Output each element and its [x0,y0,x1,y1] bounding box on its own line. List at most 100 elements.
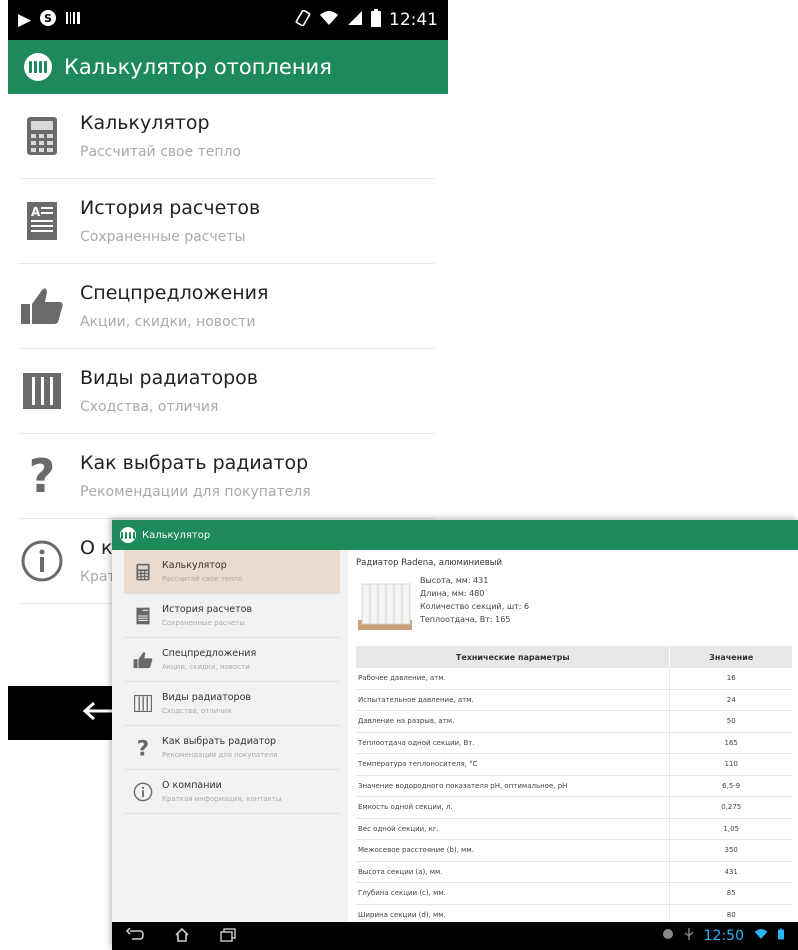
menu-item-subtitle: Крат [80,569,116,585]
phone-menu-item-offers[interactable]: Спецпредложения Акции, скидки, новости [18,264,434,349]
menu-item-title: Калькулятор [162,560,227,571]
value-cell: 431 [669,861,792,883]
recent-apps-icon[interactable] [220,927,236,946]
param-cell: Испытательное давление, атм. [356,689,670,711]
menu-item-subtitle: Сходства, отличия [162,707,232,715]
menu-item-title: О компании [162,780,222,791]
value-cell: 85 [669,882,792,905]
radiator-logo-icon [24,53,52,81]
product-summary: Высота, мм: 431 Длина, мм: 480 Количеств… [356,572,792,642]
spec-sections: Количество секций, шт: 6 [420,602,530,611]
battery-icon [371,8,381,32]
tablet-menu-item-radiators[interactable]: Виды радиаторов Сходства, отличия [124,682,340,726]
param-cell: Значение водородного показателя pH, опти… [356,775,670,797]
param-cell: Температура теплоносителя, °С [356,753,670,776]
value-cell: 24 [669,689,792,711]
tablet-screenshot: Калькулятор Калькулятор Рассчитай свое т… [112,520,798,950]
param-cell: Емкость одной секции, л. [356,796,670,819]
table-row: Емкость одной секции, л. 0,275 [356,796,792,819]
menu-item-subtitle: Рекомендации для покупателя [162,751,278,759]
wifi-icon [754,928,768,944]
play-icon: ▶ [18,10,32,30]
wifi-icon [319,10,339,31]
app-title: Калькулятор отопления [64,55,332,79]
table-row: Давление на разрыв, атм. 50 [356,710,792,733]
phone-menu-item-calculator[interactable]: Калькулятор Рассчитай свое тепло [18,94,434,179]
radiator-logo-icon [120,527,136,543]
radiator-icon [18,367,66,415]
phone-app-bar: Калькулятор отопления [8,40,448,94]
product-title: Радиатор Radena, алюминиевый [356,558,503,568]
info-icon [18,537,66,585]
menu-item-subtitle: Сохраненные расчеты [80,229,246,245]
tablet-menu-item-how-to-choose[interactable]: ? Как выбрать радиатор Рекомендации для … [124,726,340,770]
battery-icon [778,928,784,944]
svg-text:A: A [31,205,41,219]
radiator-product-image [356,580,414,632]
menu-item-subtitle: Акции, скидки, новости [80,314,256,330]
barcode-icon [65,10,81,31]
value-cell: 350 [669,839,792,862]
svg-text:?: ? [29,454,56,498]
value-cell: 50 [669,710,792,733]
skype-icon: S [39,9,57,32]
phone-menu-item-radiators[interactable]: Виды радиаторов Сходства, отличия [18,349,434,434]
tablet-menu-item-calculator[interactable]: Калькулятор Рассчитай свое тепло [124,550,340,594]
svg-text:?: ? [137,737,149,759]
table-row: Рабочее давление, атм. 16 [356,668,792,690]
value-cell: 6,5-9 [669,775,792,797]
param-cell: Рабочее давление, атм. [356,668,670,690]
question-icon: ? [18,452,66,500]
column-header: Технические параметры [356,646,670,668]
table-row: Значение водородного показателя pH, опти… [356,775,792,797]
param-cell: Вес одной секции, кг. [356,818,670,840]
value-cell: 165 [669,732,792,754]
info-icon [132,781,154,803]
phone-menu-item-how-to-choose[interactable]: ? Как выбрать радиатор Рекомендации для … [18,434,434,519]
tablet-system-bar: 12:50 [112,922,798,950]
thumbs-up-icon [132,649,154,671]
param-cell: Ширина секции (d), мм. [356,904,670,922]
signal-icon [347,10,363,31]
product-specs: Высота, мм: 431 Длина, мм: 480 Количеств… [420,572,529,642]
menu-item-title: О к [80,537,113,559]
menu-item-subtitle: Сходства, отличия [80,399,219,415]
document-icon: A [18,197,66,245]
menu-item-title: Как выбрать радиатор [80,452,309,474]
tablet-content: Радиатор Radena, алюминиевый Высота, мм:… [348,550,798,922]
menu-item-subtitle: Рассчитай свое тепло [162,575,243,583]
phone-status-bar: ▶ S 12:41 [8,0,448,40]
menu-item-subtitle: Рассчитай свое тепло [80,144,242,160]
spec-heat-output: Теплоотдача, Вт: 165 [420,615,511,624]
table-row: Теплоотдача одной секции, Вт. 165 [356,732,792,754]
param-cell: Теплоотдача одной секции, Вт. [356,732,670,754]
back-icon[interactable] [125,926,144,946]
param-cell: Давление на разрыв, атм. [356,710,670,733]
menu-item-title: Виды радиаторов [80,367,258,389]
menu-item-subtitle: Краткая информация, контакты [162,795,282,803]
menu-item-title: История расчетов [162,604,253,615]
tablet-menu-item-offers[interactable]: Спецпредложения Акции, скидки, новости [124,638,340,682]
thumbs-up-icon [18,282,66,330]
phone-menu-item-history[interactable]: A История расчетов Сохраненные расчеты [18,179,434,264]
android-icon [662,928,674,944]
tablet-menu-item-history[interactable]: История расчетов Сохраненные расчеты [124,594,340,638]
menu-item-title: Спецпредложения [80,282,269,304]
table-header-row: Технические параметры Значение [356,646,792,668]
param-cell: Высота секции (a), мм. [356,861,670,883]
tablet-menu-item-about[interactable]: О компании Краткая информация, контакты [124,770,340,814]
table-row: Межосевое расстояние (b), мм. 350 [356,839,792,862]
spec-table: Технические параметры Значение Рабочее д… [356,646,792,922]
table-row: Температура теплоносителя, °С 110 [356,753,792,776]
calculator-icon [132,561,154,583]
value-cell: 110 [669,753,792,776]
rotate-icon [295,9,311,31]
svg-text:S: S [44,12,52,25]
tablet-status-time: 12:50 [703,928,744,944]
home-icon[interactable] [174,927,190,946]
column-header: Значение [669,646,792,668]
value-cell: 0,275 [669,796,792,819]
menu-item-title: История расчетов [80,197,261,219]
tablet-sidebar: Калькулятор Рассчитай свое тепло История… [112,550,348,922]
status-time: 12:41 [389,10,438,30]
